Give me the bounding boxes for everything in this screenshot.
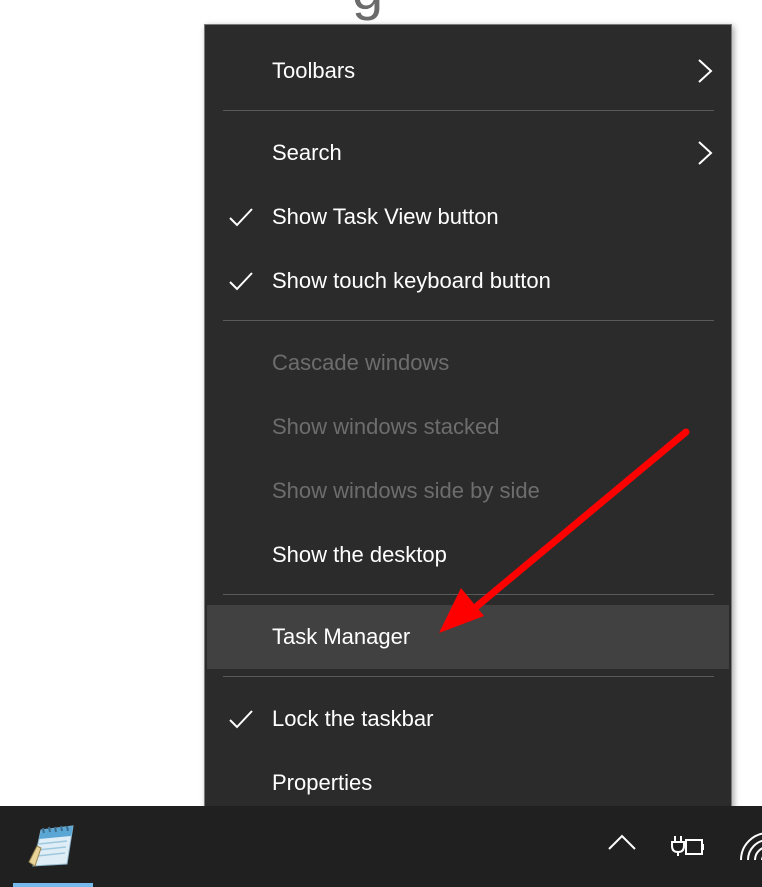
menu-item-show-the-desktop[interactable]: Show the desktop [207, 523, 729, 587]
menu-item-show-touch-keyboard-button[interactable]: Show touch keyboard button [207, 249, 729, 313]
notepad-icon [28, 825, 74, 867]
menu-item-task-manager[interactable]: Task Manager [207, 605, 729, 669]
wifi-icon[interactable] [738, 830, 762, 864]
checkmark-icon [229, 272, 253, 291]
active-app-indicator [13, 883, 93, 887]
background-partial-text: g [352, 0, 383, 18]
menu-item-show-task-view-button[interactable]: Show Task View button [207, 185, 729, 249]
menu-separator [223, 676, 714, 677]
taskbar-context-menu: Toolbars Search Show Task View button Sh… [204, 24, 732, 828]
checkmark-icon [229, 208, 253, 227]
menu-item-cascade-windows: Cascade windows [207, 331, 729, 395]
menu-item-show-windows-stacked: Show windows stacked [207, 395, 729, 459]
menu-item-label: Show windows stacked [272, 414, 500, 439]
menu-item-label: Lock the taskbar [272, 706, 434, 731]
menu-item-show-windows-side-by-side: Show windows side by side [207, 459, 729, 523]
menu-item-label: Toolbars [272, 58, 356, 83]
menu-item-label: Cascade windows [272, 350, 450, 375]
menu-separator [223, 594, 714, 595]
taskbar [0, 806, 762, 887]
chevron-right-icon [698, 59, 713, 83]
taskbar-notepad-button[interactable] [13, 806, 93, 887]
menu-item-search[interactable]: Search [207, 121, 729, 185]
menu-item-lock-the-taskbar[interactable]: Lock the taskbar [207, 687, 729, 751]
menu-separator [223, 320, 714, 321]
menu-item-label: Task Manager [272, 624, 411, 649]
menu-item-label: Search [272, 140, 342, 165]
menu-item-label: Show windows side by side [272, 478, 540, 503]
chevron-up-icon[interactable] [606, 832, 638, 852]
menu-item-label: Show the desktop [272, 542, 447, 567]
menu-item-label: Show touch keyboard button [272, 268, 551, 293]
power-plug-battery-icon[interactable] [669, 832, 705, 860]
menu-item-toolbars[interactable]: Toolbars [207, 39, 729, 103]
checkmark-icon [229, 710, 253, 729]
chevron-right-icon [698, 141, 713, 165]
menu-separator [223, 110, 714, 111]
menu-item-label: Show Task View button [272, 204, 499, 229]
